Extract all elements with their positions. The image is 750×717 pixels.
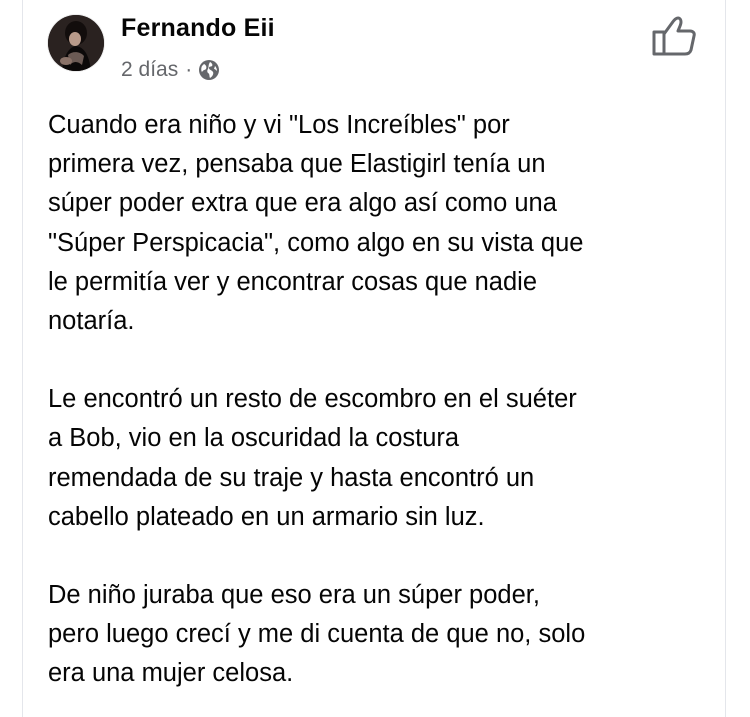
text-line: De niño juraba que eso era un súper pode… [48,581,540,610]
text-line: a Bob, vio en la oscuridad la costura [48,424,460,453]
text-line: primera vez, pensaba que Elastigirl tení… [48,150,546,179]
post-paragraph: De niño juraba que eso era un súper pode… [48,576,708,694]
post-paragraph: Le encontró un resto de escombro en el s… [48,380,708,537]
text-line: remendada de su traje y hasta encontró u… [48,463,535,492]
text-line: cabello plateado en un armario sin luz. [48,502,485,531]
thumbs-up-icon[interactable] [650,14,698,58]
text-line: Le encontró un resto de escombro en el s… [48,385,577,414]
author-name[interactable]: Fernando Eii [121,14,275,43]
post-paragraph: Cuando era niño y vi "Los Increíbles" po… [48,106,708,341]
post-timestamp[interactable]: 2 días [121,58,178,82]
text-line: "Súper Perspicacia", como algo en su vis… [48,228,584,257]
author-avatar[interactable] [48,15,104,71]
globe-icon[interactable] [198,59,220,81]
text-line: súper poder extra que era algo así como … [48,189,557,218]
post-body: Cuando era niño y vi "Los Increíbles" po… [48,106,708,717]
text-line: notaría. [48,307,135,336]
post-meta: 2 días · [121,56,220,84]
text-line: era una mujer celosa. [48,659,294,688]
avatar-photo [48,15,104,71]
meta-separator: · [185,58,193,81]
text-line: le permitía ver y encontrar cosas que na… [48,267,538,296]
text-line: Cuando era niño y vi "Los Increíbles" po… [48,111,510,139]
text-line: pero luego crecí y me di cuenta de que n… [48,620,586,649]
